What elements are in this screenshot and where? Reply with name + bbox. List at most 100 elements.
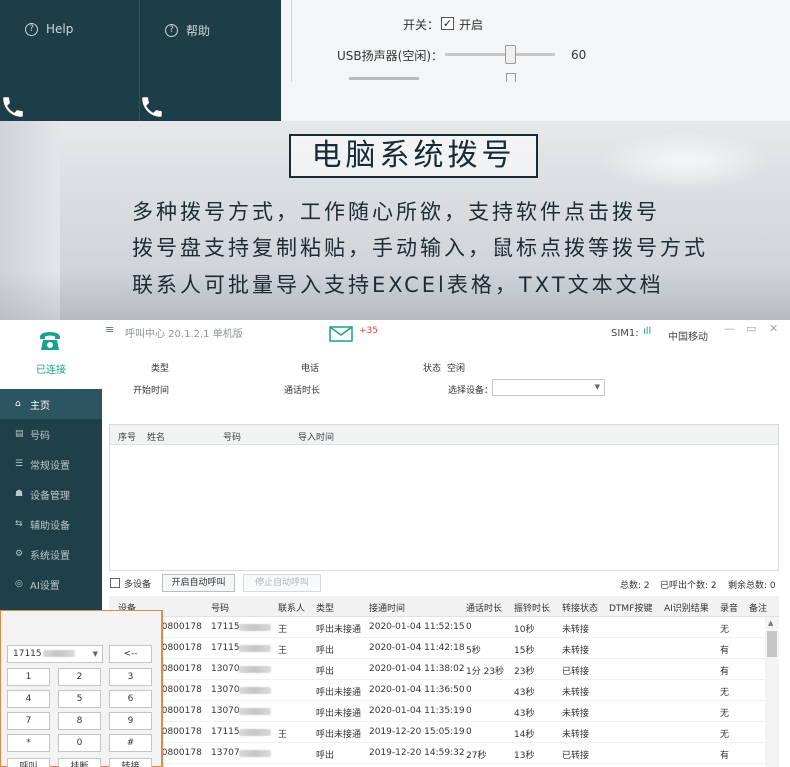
sim-label: SIM1:: [611, 328, 639, 339]
table-row[interactable]: 90800178 13707 呼出 2019-12-20 14:59:32 27秒 13秒…: [109, 743, 765, 764]
device-select[interactable]: ▼: [492, 379, 605, 396]
sidebar-item-label: 主页: [30, 400, 50, 412]
column-header[interactable]: 录音: [720, 601, 738, 614]
cell-number: 17115: [211, 727, 240, 737]
start-auto-call-button[interactable]: 开启自动呼叫: [162, 574, 235, 592]
menu-icon[interactable]: ≡: [105, 323, 114, 336]
dial-key[interactable]: 9: [109, 712, 152, 730]
column-header[interactable]: 号码: [223, 430, 241, 443]
minimize-button[interactable]: —: [724, 322, 735, 335]
chevron-down-icon[interactable]: ▼: [93, 646, 98, 662]
table-row[interactable]: 90800178 17115 王呼出 2020-01-04 11:42:18 5秒 15秒…: [109, 638, 765, 659]
device-select-label: 选择设备：: [448, 386, 494, 396]
call-log-header: 设备 号码 联系人 类型 接通时间 通话时长 振铃时长 转接状态 DTMF按键 …: [109, 596, 779, 617]
sidebar-item-device-management[interactable]: ☗ 设备管理: [0, 479, 102, 509]
table-row[interactable]: 90800178 13070 呼出 2020-01-04 11:38:02 1分 23秒…: [109, 659, 765, 680]
sidebar-item-home[interactable]: ⌂ 主页: [0, 389, 102, 419]
sidebar-item-ai-settings[interactable]: ◎ AI设置: [0, 569, 102, 599]
cell-time: 2019-12-20 14:59:32: [369, 748, 465, 758]
help-link-zh[interactable]: ? 帮助: [165, 22, 210, 39]
column-header[interactable]: 号码: [211, 601, 229, 614]
dial-pad: 17115 ▼ <-- 1 2 3 4 5 6 7 8 9 * 0 # 呼叫 挂断 转接: [0, 610, 163, 767]
telephone-icon: [40, 332, 60, 350]
phone-icon[interactable]: [139, 94, 165, 120]
cell-ring: 43秒: [514, 709, 535, 719]
table-row[interactable]: 90800178 13070 呼出未接通 2020-01-04 11:35:19 0 43…: [109, 701, 765, 722]
cell-time: 2020-01-04 11:35:19: [369, 706, 465, 716]
cell-talk: 0: [466, 622, 472, 632]
cell-transfer: 未转接: [562, 709, 590, 719]
column-header[interactable]: 接通时间: [369, 601, 405, 614]
redacted-digits: [239, 666, 271, 673]
column-header[interactable]: 转接状态: [562, 601, 598, 614]
maximize-button[interactable]: ▭: [746, 322, 756, 335]
stop-auto-call-button[interactable]: 停止自动呼叫: [243, 574, 321, 592]
table-row[interactable]: 90800178 17115 王呼出未接通 2020-01-04 11:52:15 0 1…: [109, 617, 765, 638]
banner-title: 电脑系统拨号: [289, 134, 538, 178]
dial-number-input[interactable]: 17115 ▼: [7, 645, 103, 663]
phone-label: 电话: [301, 364, 320, 374]
dial-key[interactable]: 4: [7, 690, 50, 708]
dial-key[interactable]: *: [7, 734, 50, 752]
dial-key[interactable]: 2: [58, 668, 101, 686]
table-row[interactable]: 90800178 17115 王呼出未接通 2019-12-20 15:05:19 0 1…: [109, 722, 765, 743]
cell-time: 2020-01-04 11:42:18: [369, 643, 465, 653]
column-header[interactable]: 姓名: [147, 430, 165, 443]
cell-talk: 27秒: [466, 751, 487, 761]
column-header[interactable]: 备注: [749, 601, 767, 614]
cell-number: 13070: [211, 664, 240, 674]
usb-volume-value: 60: [571, 48, 587, 62]
top-settings-strip: ? Help ? 帮助 开关： ✓ 开启 USB扬声器(空闲)： 60: [0, 0, 790, 121]
sidebar-item-numbers[interactable]: ▤ 号码: [0, 419, 102, 449]
help-link-en[interactable]: ? Help: [25, 22, 73, 36]
dial-key[interactable]: 7: [7, 712, 50, 730]
cell-ring: 14秒: [514, 730, 535, 740]
column-header[interactable]: DTMF按键: [609, 601, 652, 614]
sidebar-item-label: 常规设置: [30, 460, 70, 472]
dial-key[interactable]: 5: [58, 690, 101, 708]
dial-key[interactable]: 3: [109, 668, 152, 686]
dial-action-button[interactable]: 挂断: [58, 758, 101, 767]
scrollbar-thumb[interactable]: [767, 631, 777, 657]
column-header[interactable]: AI识别结果: [664, 601, 709, 614]
cell-transfer: 未转接: [562, 688, 590, 698]
help-label-en: Help: [46, 22, 74, 36]
cell-record: 无: [720, 709, 730, 719]
cropped-checkbox[interactable]: [506, 73, 516, 82]
usb-volume-slider[interactable]: [445, 53, 555, 56]
multi-device-checkbox[interactable]: [110, 578, 120, 588]
dial-key[interactable]: 1: [7, 668, 50, 686]
banner-light: [600, 131, 770, 191]
close-button[interactable]: ✕: [769, 322, 778, 335]
dial-key[interactable]: 8: [58, 712, 101, 730]
usb-volume-slider-handle[interactable]: [505, 45, 516, 64]
column-header[interactable]: 类型: [316, 601, 334, 614]
sidebar-item-general-settings[interactable]: ☰ 常规设置: [0, 449, 102, 479]
column-header[interactable]: 振铃时长: [514, 601, 550, 614]
column-header[interactable]: 联系人: [278, 601, 305, 614]
column-header[interactable]: 通话时长: [466, 601, 502, 614]
sidebar-item-system-settings[interactable]: ⚙ 系统设置: [0, 539, 102, 569]
dial-action-button[interactable]: 呼叫: [7, 758, 50, 767]
switch-checkbox[interactable]: ✓: [441, 17, 454, 30]
dial-key[interactable]: 0: [58, 734, 101, 752]
top-settings-divider: [291, 0, 292, 82]
column-header[interactable]: 序号: [118, 430, 136, 443]
cell-record: 无: [720, 688, 730, 698]
mail-icon[interactable]: [329, 326, 353, 342]
table-row[interactable]: 90800178 13070 呼出未接通 2020-01-04 11:36:50 0 43…: [109, 680, 765, 701]
start-time-label: 开始时间: [133, 386, 170, 396]
cell-type: 呼出未接通: [316, 625, 362, 635]
backspace-button[interactable]: <--: [109, 645, 152, 663]
column-header[interactable]: 导入时间: [298, 430, 334, 443]
dial-key[interactable]: #: [109, 734, 152, 752]
sidebar-item-aux-devices[interactable]: ⇆ 辅助设备: [0, 509, 102, 539]
cell-ring: 43秒: [514, 688, 535, 698]
contacts-table-header: 序号 姓名 号码 导入时间: [110, 425, 778, 445]
phone-icon[interactable]: [0, 94, 26, 120]
dial-action-button[interactable]: 转接: [109, 758, 152, 767]
dial-key[interactable]: 6: [109, 690, 152, 708]
scroll-up-icon[interactable]: ▲: [768, 619, 773, 627]
call-log-scrollbar[interactable]: ▲: [765, 617, 779, 767]
cell-type: 呼出: [316, 751, 335, 761]
